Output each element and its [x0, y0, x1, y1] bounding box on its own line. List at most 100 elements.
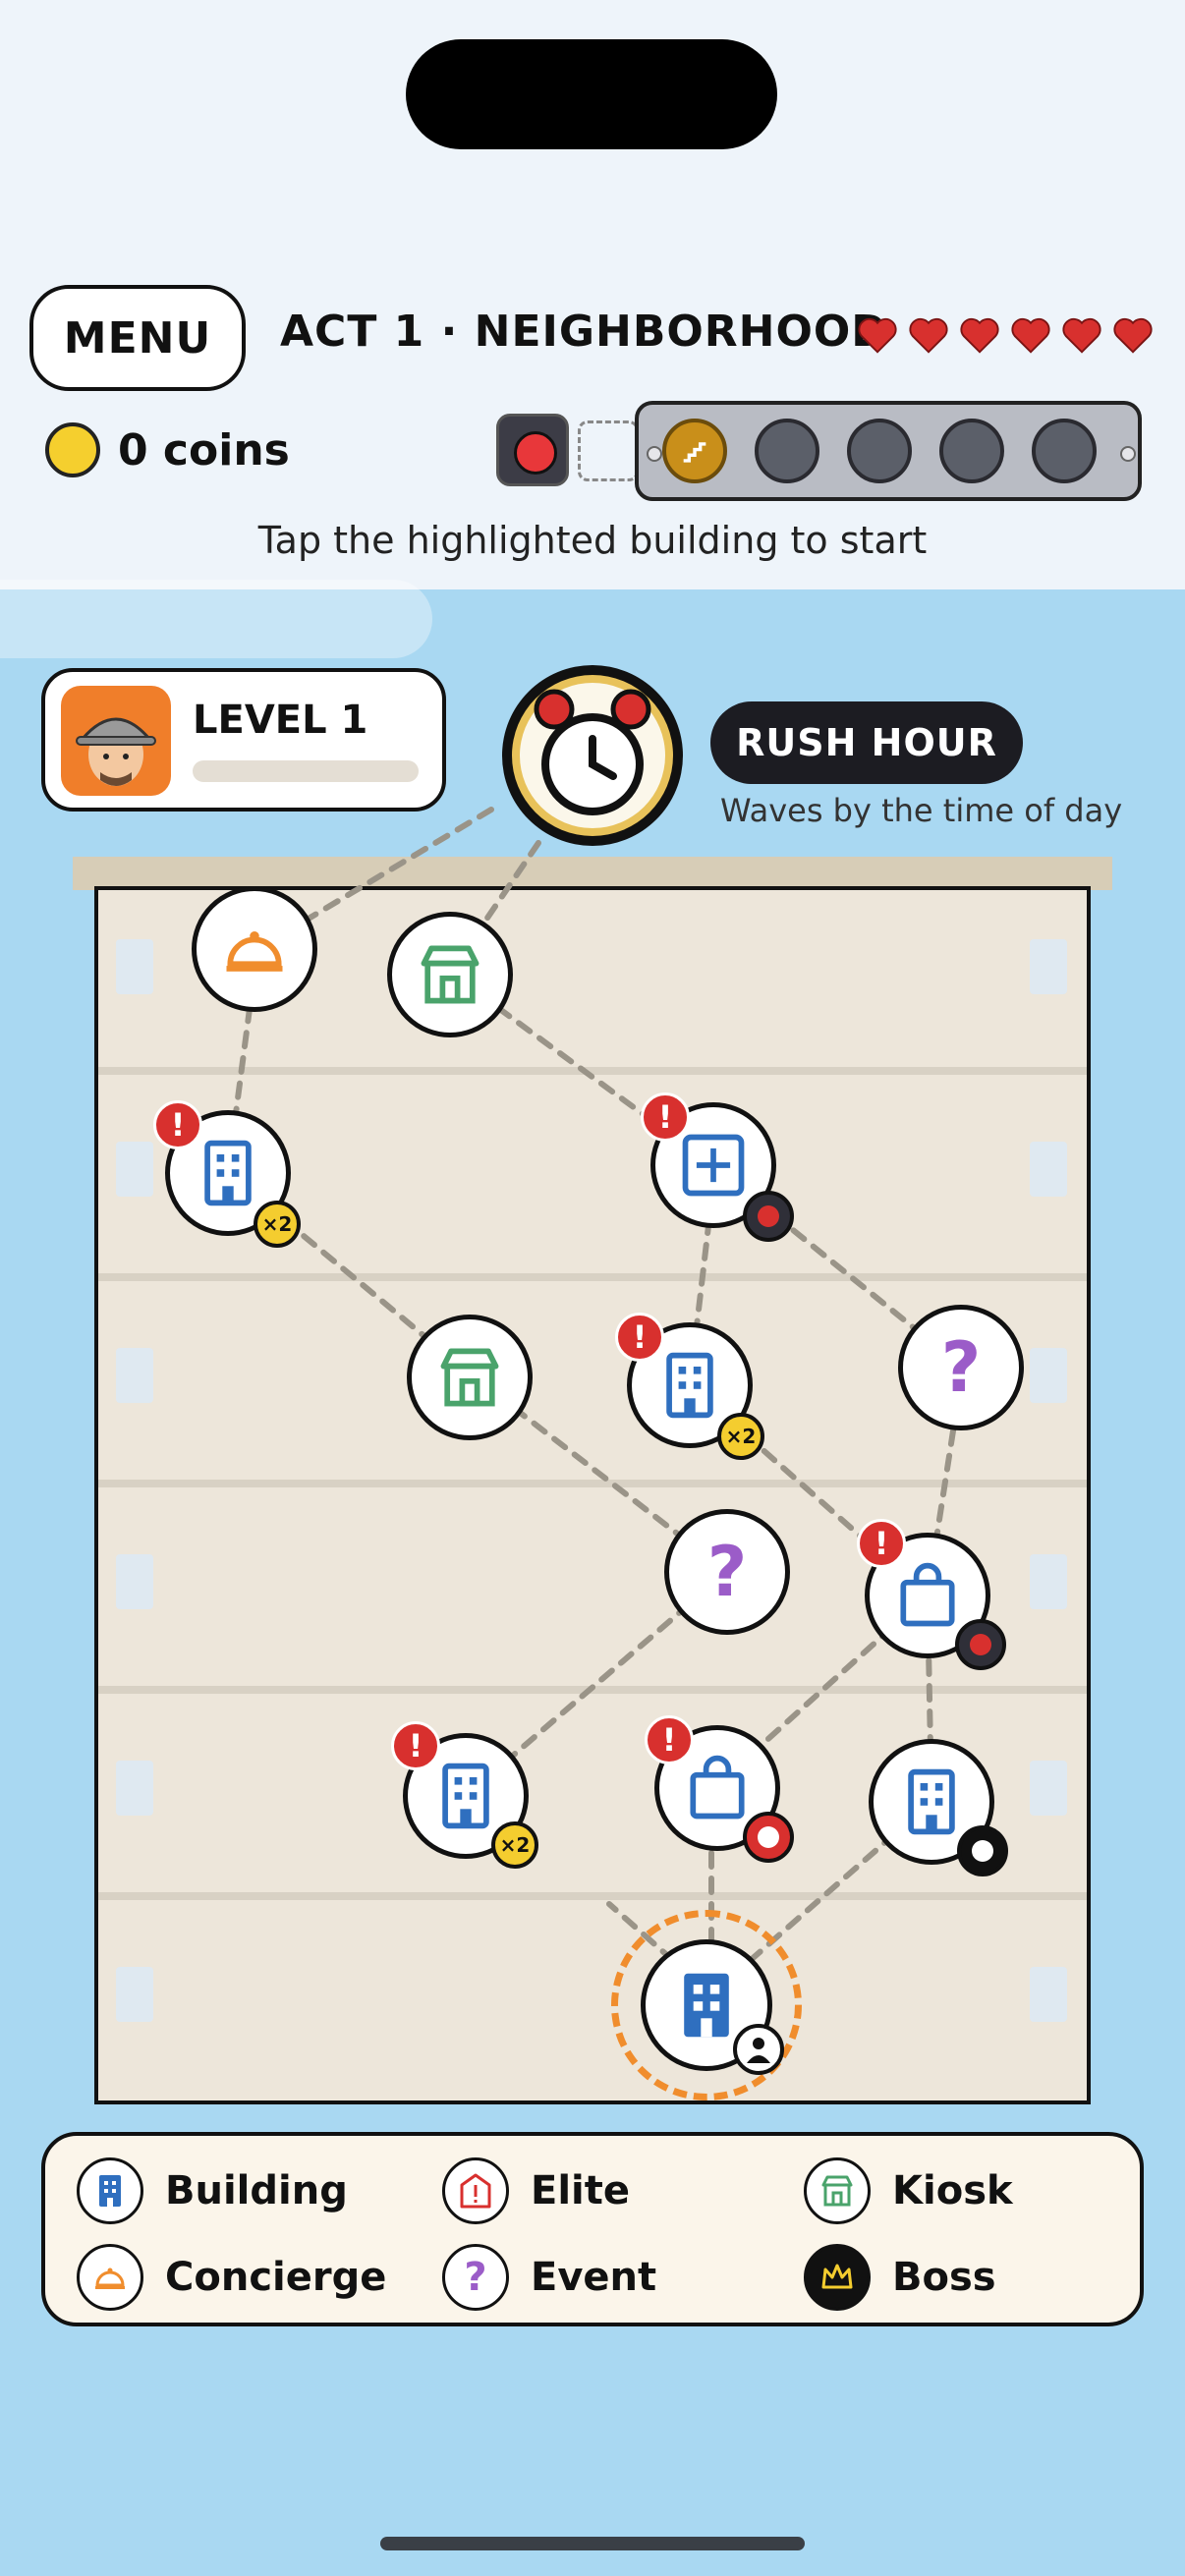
window [116, 1348, 153, 1403]
floor-divider [98, 1686, 1087, 1694]
record-button[interactable] [496, 414, 569, 486]
record-dot-icon [514, 431, 557, 475]
building-icon [666, 1352, 713, 1419]
rivet [1120, 446, 1136, 462]
question-icon: ? [940, 1327, 982, 1408]
legend-label: Kiosk [892, 2168, 1013, 2213]
elite-alert-badge: ! [391, 1721, 440, 1770]
legend-label: Event [531, 2255, 657, 2300]
level-card: LEVEL 1 [41, 668, 446, 812]
heart-icon [1011, 317, 1050, 354]
window [116, 1761, 153, 1816]
window [116, 1554, 153, 1609]
progress-pip [755, 419, 819, 483]
progress-pip-active [662, 419, 727, 483]
kiosk-icon [440, 1348, 499, 1407]
question-icon: ? [706, 1532, 748, 1612]
heart-icon [858, 317, 897, 354]
elite-alert-badge: ! [645, 1715, 694, 1764]
elite-warning-icon [442, 2157, 509, 2224]
crown-icon [804, 2244, 871, 2311]
coin-icon [45, 422, 100, 477]
window [1030, 1761, 1067, 1816]
player-avatar [61, 686, 171, 796]
building-icon [77, 2157, 143, 2224]
x2-badge: ×2 [491, 1821, 538, 1869]
hearts [855, 312, 1156, 358]
map-node-kiosk[interactable] [387, 912, 513, 1037]
empty-slot [578, 420, 639, 481]
map-node-event[interactable]: ? [898, 1305, 1024, 1430]
record-disc-icon [743, 1191, 794, 1242]
legend-item-event: ? Event [442, 2244, 656, 2311]
record-disc-icon [743, 1812, 794, 1863]
level-title: LEVEL 1 [193, 698, 368, 743]
floor-divider [98, 1067, 1087, 1075]
rivet [647, 446, 662, 462]
legend-item-kiosk: Kiosk [804, 2157, 1013, 2224]
x2-badge: ×2 [254, 1201, 301, 1248]
window [1030, 1348, 1067, 1403]
start-hint: Tap the highlighted building to start [257, 519, 928, 562]
bell-icon [226, 930, 283, 972]
map-node-event[interactable]: ? [664, 1509, 790, 1635]
x2-badge: ×2 [717, 1413, 764, 1460]
floor-divider [98, 1892, 1087, 1900]
rush-hour-subtitle: Waves by the time of day [720, 792, 1123, 829]
plus-box-icon [682, 1134, 745, 1197]
legend-label: Building [165, 2168, 348, 2213]
progress-pip [847, 419, 912, 483]
act-progress-track [635, 401, 1142, 501]
act-title: ACT 1 · NEIGHBORHOOD [280, 307, 888, 357]
legend-item-elite: Elite [442, 2157, 630, 2224]
heart-icon [909, 317, 948, 354]
stairs-icon [683, 442, 706, 463]
heart-icon [1113, 317, 1153, 354]
legend-label: Boss [892, 2255, 996, 2300]
heart-icon [960, 317, 999, 354]
record-disc-icon [955, 1619, 1006, 1670]
worker-avatar-icon [76, 717, 156, 786]
building-icon [684, 1973, 729, 2038]
map-node-concierge[interactable] [192, 886, 317, 1012]
tower-board [94, 886, 1091, 2104]
level-progress-bar [193, 760, 419, 782]
rush-hour-badge: RUSH HOUR [710, 701, 1023, 784]
legend-item-boss: Boss [804, 2244, 996, 2311]
progress-pip [1032, 419, 1097, 483]
elite-alert-badge: ! [153, 1100, 202, 1149]
coins-counter: 0 coins [45, 422, 290, 477]
heart-icon [1062, 317, 1101, 354]
building-icon [442, 1763, 489, 1829]
legend-item-concierge: Concierge [77, 2244, 386, 2311]
kiosk-icon [804, 2157, 871, 2224]
window [1030, 939, 1067, 994]
elite-alert-badge: ! [641, 1092, 690, 1142]
cloud [0, 580, 432, 658]
legend-label: Elite [531, 2168, 630, 2213]
dynamic-island [406, 39, 777, 149]
map-legend: Building Elite Kiosk Concierge ? Event B… [41, 2132, 1144, 2326]
window [1030, 1554, 1067, 1609]
menu-button[interactable]: MENU [29, 285, 246, 391]
kiosk-icon [421, 945, 480, 1004]
window [1030, 1967, 1067, 2022]
window [116, 939, 153, 994]
window [116, 1967, 153, 2022]
player-marker-icon [733, 2024, 784, 2075]
record-disc-icon [957, 1825, 1008, 1876]
floor-divider [98, 1480, 1087, 1487]
building-icon [908, 1768, 955, 1835]
window [116, 1142, 153, 1197]
shopping-bag-icon [900, 1562, 955, 1627]
board-roof [73, 857, 1112, 890]
home-indicator[interactable] [380, 2537, 805, 2550]
bell-icon [77, 2244, 143, 2311]
floor-divider [98, 1273, 1087, 1281]
map-node-kiosk[interactable] [407, 1315, 533, 1440]
elite-alert-badge: ! [615, 1313, 664, 1362]
building-icon [204, 1140, 252, 1206]
alarm-clock-icon [502, 665, 683, 846]
legend-item-building: Building [77, 2157, 348, 2224]
shopping-bag-icon [690, 1755, 745, 1820]
